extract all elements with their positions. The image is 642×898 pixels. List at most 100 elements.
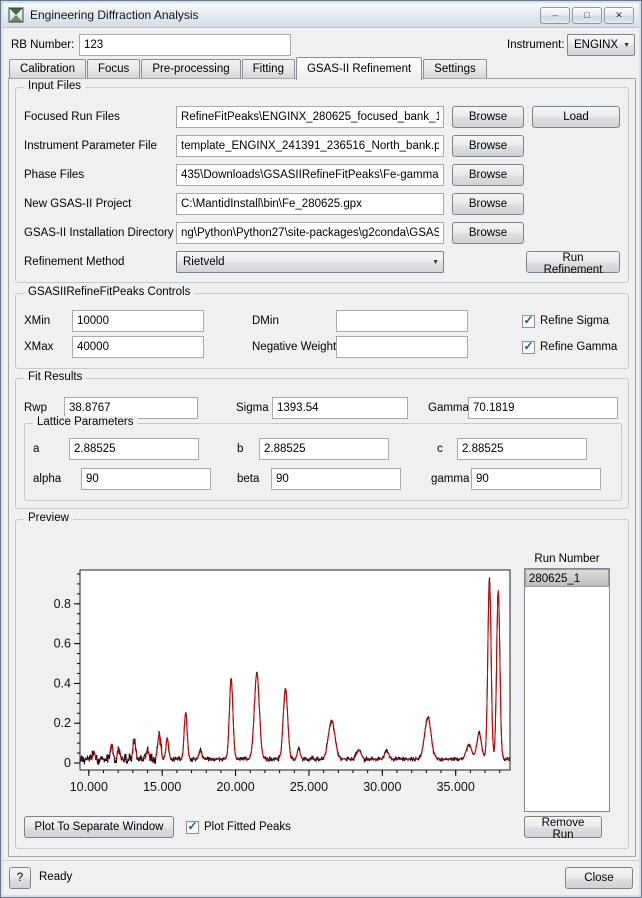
svg-text:20.000: 20.000 [216, 780, 254, 794]
instrument-parameter-file-label: Instrument Parameter File [24, 140, 157, 152]
minimize-button[interactable]: – [540, 6, 570, 24]
run-number-list[interactable]: 280625_1 [524, 568, 610, 812]
refinement-method-label: Refinement Method [24, 256, 125, 268]
run-refinement-button[interactable]: Run Refinement [526, 251, 620, 276]
checkmark-icon: ✓ [523, 313, 534, 327]
chevron-down-icon: ▼ [432, 258, 439, 266]
focused-run-files-input[interactable] [176, 106, 444, 128]
checkmark-icon: ✓ [187, 819, 198, 833]
xmax-input[interactable] [72, 336, 204, 358]
lattice-c-input[interactable] [457, 438, 587, 460]
xmin-input[interactable] [72, 310, 204, 332]
lattice-c-label: c [437, 443, 443, 455]
chevron-down-icon: ▼ [623, 41, 630, 49]
tab-pre-processing[interactable]: Pre-processing [141, 59, 241, 78]
lattice-alpha-input[interactable] [81, 468, 211, 490]
instrument-select[interactable]: ENGINX ▼ [567, 34, 635, 56]
refine-sigma-control[interactable]: ✓ Refine Sigma [522, 310, 609, 332]
help-button[interactable]: ? [9, 867, 31, 889]
lattice-beta-input[interactable] [271, 468, 401, 490]
dmin-input[interactable] [336, 310, 468, 332]
negative-weight-input[interactable] [336, 336, 468, 358]
tab-label: Settings [434, 63, 476, 75]
gsas-install-dir-input[interactable] [176, 222, 444, 244]
gsas-install-dir-row: GSAS-II Installation Directory Browse [24, 222, 622, 244]
gamma-label: Gamma [428, 402, 469, 414]
load-button[interactable]: Load [532, 106, 620, 128]
refinement-method-value: Rietveld [183, 256, 225, 268]
lattice-b-input[interactable] [259, 438, 389, 460]
instrument-parameter-file-row: Instrument Parameter File Browse [24, 135, 622, 157]
title-bar[interactable]: Engineering Diffraction Analysis – □ ✕ [3, 3, 639, 28]
svg-text:10.000: 10.000 [70, 780, 108, 794]
refine-sigma-checkbox[interactable]: ✓ [522, 313, 535, 328]
phase-files-input[interactable] [176, 164, 444, 186]
phase-files-label: Phase Files [24, 169, 85, 181]
gamma-input[interactable] [468, 397, 618, 419]
instrument-label: Instrument: [507, 39, 565, 51]
lattice-gamma-input[interactable] [471, 468, 601, 490]
plot-fitted-peaks-label: Plot Fitted Peaks [204, 821, 291, 833]
tab-gsas-ii-refinement[interactable]: GSAS-II Refinement [295, 57, 423, 80]
close-window-button[interactable]: ✕ [604, 6, 634, 24]
tab-settings[interactable]: Settings [423, 59, 487, 78]
refinement-method-select[interactable]: Rietveld ▼ [176, 251, 444, 273]
svg-text:0.6: 0.6 [54, 637, 71, 651]
new-gsas-project-input[interactable] [176, 193, 444, 215]
lattice-row-abc: a b c [33, 438, 615, 460]
plot-fitted-peaks-checkbox[interactable]: ✓ [186, 819, 199, 834]
tab-label: GSAS-II Refinement [306, 63, 412, 75]
lattice-gamma-label: gamma [431, 473, 470, 485]
svg-text:15.000: 15.000 [143, 780, 181, 794]
sigma-label: Sigma [236, 402, 269, 414]
svg-text:0: 0 [64, 756, 71, 770]
maximize-icon: □ [584, 10, 590, 20]
refine-controls-group: GSASIIRefineFitPeaks Controls XMin DMin … [15, 286, 629, 369]
close-icon: ✕ [615, 9, 623, 20]
tab-label: Pre-processing [152, 63, 230, 75]
status-bar: ? Ready Close [3, 860, 639, 895]
svg-text:0.8: 0.8 [54, 597, 71, 611]
fit-results-group: Fit Results Rwp Sigma Gamma Lattice Para… [15, 371, 629, 509]
lattice-row-angles: alpha beta gamma [33, 468, 615, 490]
rb-number-input[interactable] [79, 34, 291, 56]
browse-phase-files-button[interactable]: Browse [452, 164, 524, 186]
xmax-label: XMax [24, 341, 54, 353]
refine-gamma-checkbox[interactable]: ✓ [522, 340, 535, 354]
window-controls: – □ ✕ [540, 6, 634, 24]
tab-fitting[interactable]: Fitting [241, 59, 295, 78]
close-button[interactable]: Close [565, 867, 633, 889]
tab-label: Focus [97, 63, 130, 75]
fit-results-title: Fit Results [24, 371, 87, 383]
input-files-group: Input Files Focused Run Files Browse Loa… [15, 80, 629, 283]
preview-plot[interactable]: 10.000 15.000 20.000 25.000 30.000 35.000 0 0.2… [30, 560, 522, 812]
tab-focus[interactable]: Focus [86, 59, 141, 78]
lattice-a-input[interactable] [69, 438, 199, 460]
lattice-parameters-title: Lattice Parameters [33, 416, 138, 428]
rb-number-label: RB Number: [11, 39, 75, 51]
lattice-a-label: a [33, 443, 40, 455]
sigma-input[interactable] [272, 397, 408, 419]
browse-new-gsas-project-button[interactable]: Browse [452, 193, 524, 215]
new-gsas-project-row: New GSAS-II Project Browse [24, 193, 622, 215]
plot-separate-window-button[interactable]: Plot To Separate Window [24, 816, 174, 838]
instrument-parameter-file-input[interactable] [176, 135, 444, 157]
refine-gamma-control[interactable]: ✓ Refine Gamma [522, 336, 617, 358]
lattice-beta-label: beta [237, 473, 260, 485]
browse-gsas-install-dir-button[interactable]: Browse [452, 222, 524, 244]
tab-calibration[interactable]: Calibration [9, 59, 86, 78]
browse-instrument-parameter-button[interactable]: Browse [452, 135, 524, 157]
plot-fitted-peaks-control[interactable]: ✓ Plot Fitted Peaks [186, 816, 291, 838]
run-list-item[interactable]: 280625_1 [525, 569, 609, 587]
browse-focused-run-files-button[interactable]: Browse [452, 106, 524, 128]
window-title: Engineering Diffraction Analysis [30, 8, 199, 22]
negative-weight-label: Negative Weight [252, 341, 337, 353]
gsas-install-dir-label: GSAS-II Installation Directory [24, 227, 174, 239]
remove-run-button[interactable]: Remove Run [524, 816, 602, 841]
svg-text:25.000: 25.000 [290, 780, 328, 794]
lattice-b-label: b [237, 443, 244, 455]
engineering-diffraction-window: Engineering Diffraction Analysis – □ ✕ R… [0, 0, 642, 898]
refine-gamma-label: Refine Gamma [540, 341, 618, 353]
maximize-button[interactable]: □ [572, 6, 602, 24]
xmin-row: XMin DMin ✓ Refine Sigma [24, 310, 622, 332]
